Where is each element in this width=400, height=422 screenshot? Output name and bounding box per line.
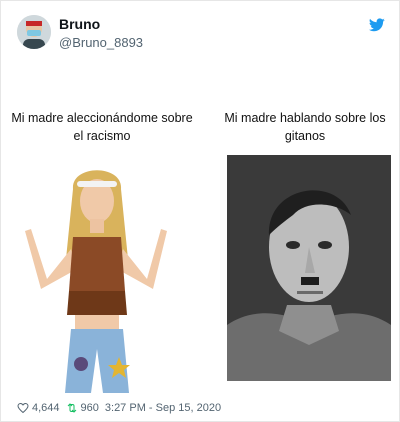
- display-name[interactable]: Bruno: [59, 16, 100, 32]
- avatar[interactable]: [17, 15, 51, 49]
- retweet-count: 960: [80, 402, 99, 414]
- left-caption: Mi madre aleccionándome sobre el racismo: [11, 111, 193, 143]
- tweet-header: Bruno @Bruno_8893: [17, 13, 387, 59]
- mustached-man-portrait: [227, 155, 391, 381]
- like-action[interactable]: 4,644: [17, 402, 60, 414]
- woman-hippie-photo: [11, 159, 181, 393]
- bird-icon[interactable]: [369, 18, 385, 32]
- avatar-image: [17, 15, 51, 49]
- heart-icon: [17, 402, 29, 414]
- retweet-icon: [67, 403, 76, 413]
- meme-image[interactable]: Mi madre aleccionándome sobre el racismo…: [11, 63, 391, 393]
- right-caption: Mi madre hablando sobre los gitanos: [224, 111, 386, 143]
- tweet-timestamp[interactable]: 3:27 PM - Sep 15, 2020: [105, 402, 221, 414]
- user-handle[interactable]: @Bruno_8893: [59, 35, 143, 50]
- like-count: 4,644: [32, 402, 60, 414]
- tweet-footer: 4,644 960 3:27 PM - Sep 15, 2020: [17, 399, 387, 417]
- retweet-action[interactable]: 960: [66, 402, 99, 414]
- tweet-card: Bruno @Bruno_8893 Mi madre aleccionándom…: [0, 0, 400, 422]
